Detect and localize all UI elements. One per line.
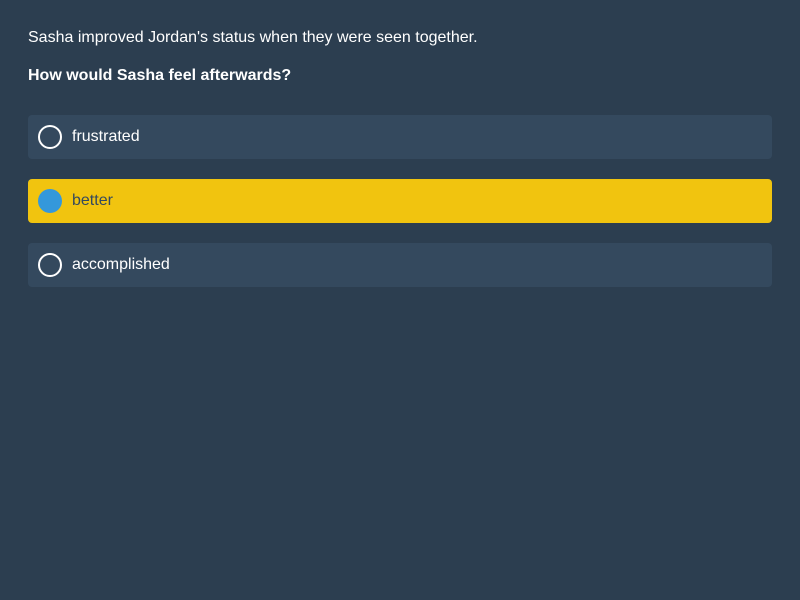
question-text: How would Sasha feel afterwards? xyxy=(28,67,292,84)
radio-button[interactable] xyxy=(38,253,62,277)
answer-option-label: frustrated xyxy=(72,128,140,145)
answer-option-accomplished[interactable]: accomplished xyxy=(28,243,772,287)
answer-option-label: accomplished xyxy=(72,256,170,273)
answer-option-frustrated[interactable]: frustrated xyxy=(28,115,772,159)
context-text: Sasha improved Jordan's status when they… xyxy=(28,29,478,46)
answer-option-label: better xyxy=(72,192,113,209)
answer-option-better[interactable]: better xyxy=(28,179,772,223)
radio-button[interactable] xyxy=(38,125,62,149)
answer-options: frustrated better accomplished xyxy=(28,115,772,307)
radio-button-selected[interactable] xyxy=(38,189,62,213)
